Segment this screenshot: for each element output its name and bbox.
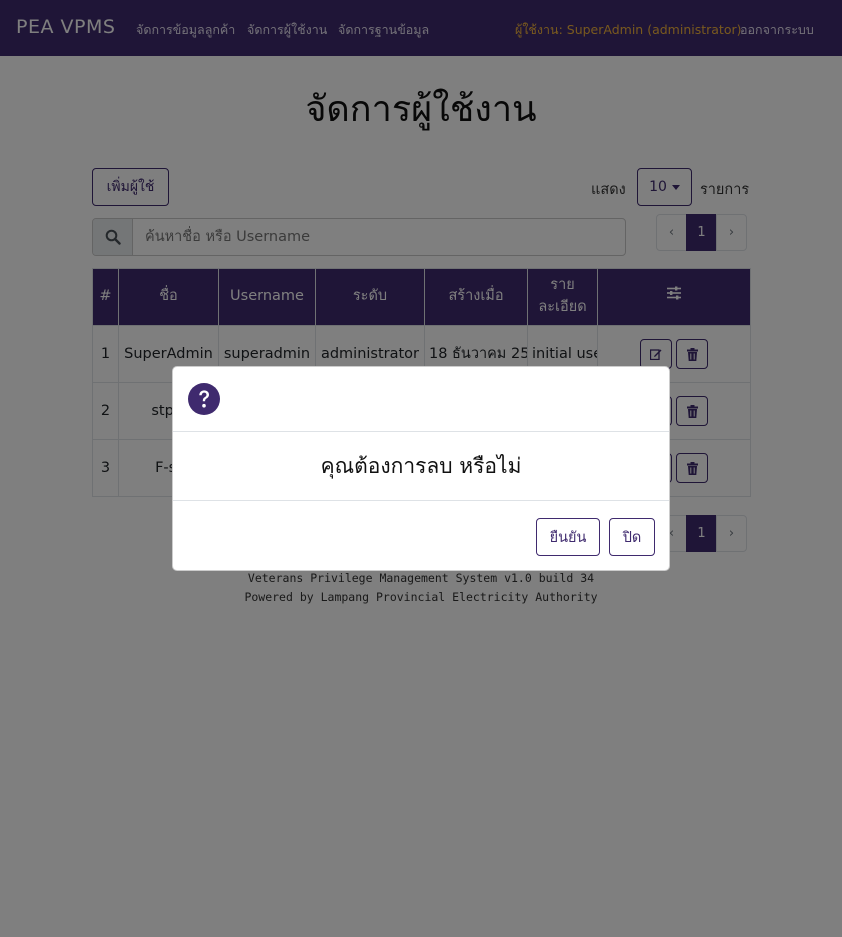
confirm-delete-dialog: คุณต้องการลบ หรือไม่ ยืนยัน ปิด: [172, 366, 670, 571]
modal-header: [173, 367, 669, 432]
question-circle-icon: [188, 383, 220, 419]
modal-message: คุณต้องการลบ หรือไม่: [173, 432, 669, 501]
confirm-button[interactable]: ยืนยัน: [536, 518, 600, 556]
close-button[interactable]: ปิด: [609, 518, 655, 556]
